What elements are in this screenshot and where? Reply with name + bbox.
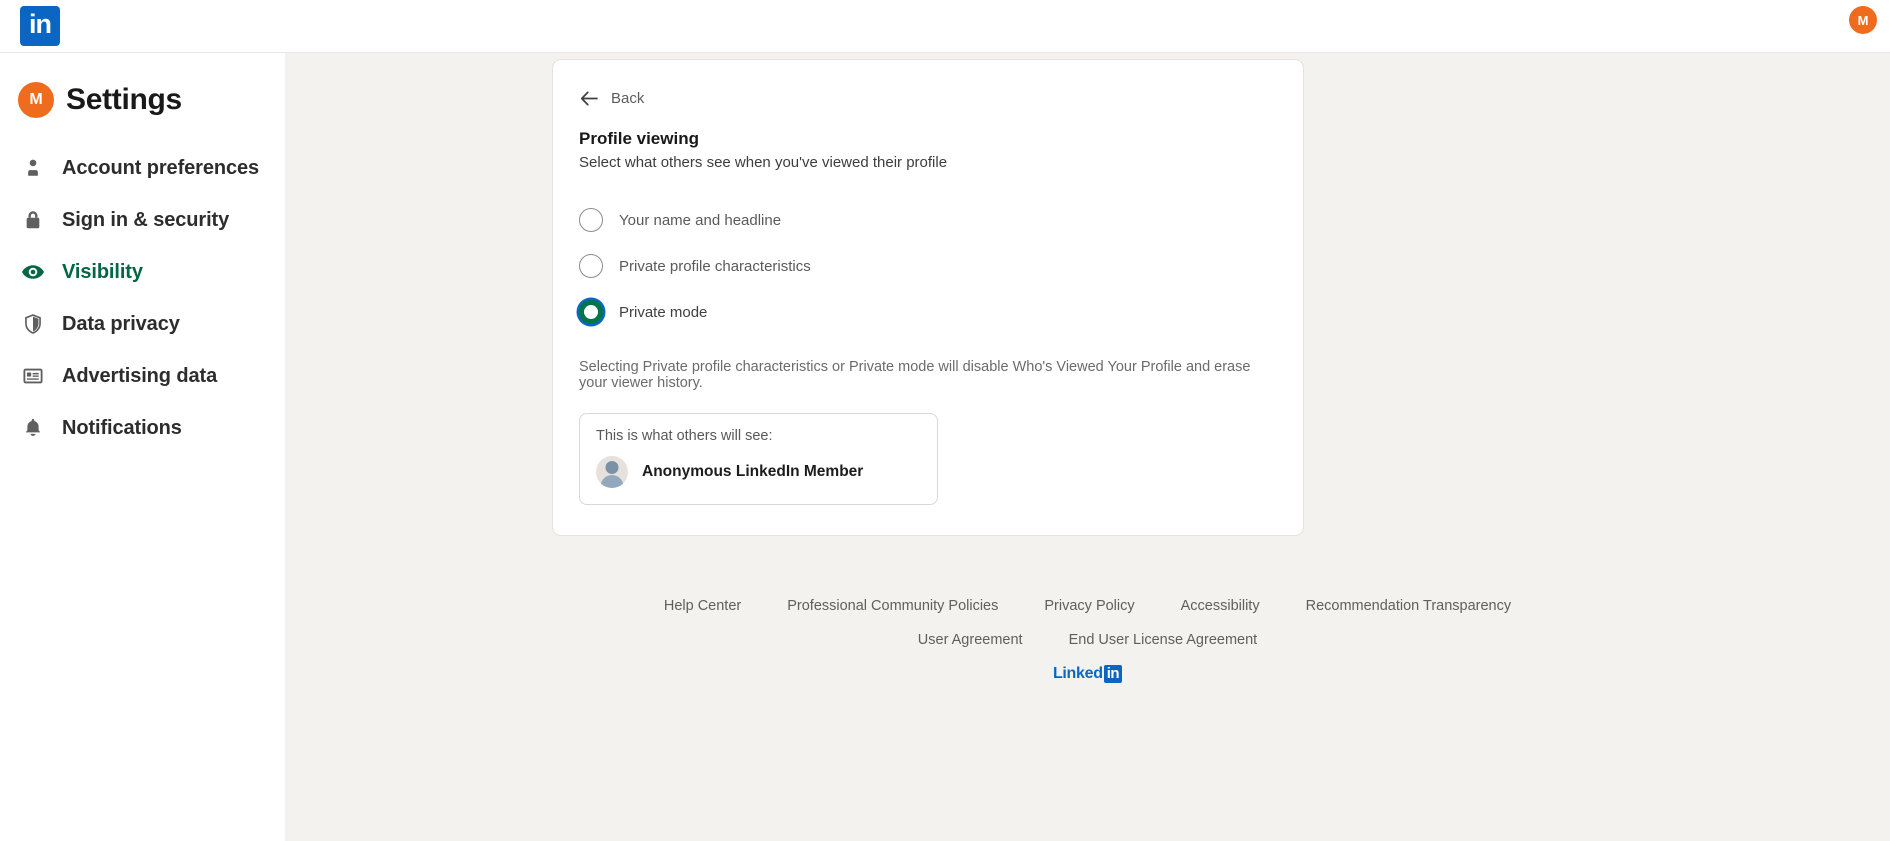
radio-button[interactable] bbox=[579, 208, 603, 232]
sidebar-item-label: Notifications bbox=[62, 416, 182, 439]
settings-header: M Settings bbox=[18, 82, 285, 118]
footer-link-end-user-license-agreement[interactable]: End User License Agreement bbox=[1069, 632, 1258, 648]
footer-link-recommendation-transparency[interactable]: Recommendation Transparency bbox=[1306, 598, 1512, 614]
back-button[interactable]: Back bbox=[579, 88, 1277, 109]
card-list-icon bbox=[20, 365, 46, 387]
main-content: Back Profile viewing Select what others … bbox=[285, 53, 1890, 841]
radio-label: Private profile characteristics bbox=[619, 257, 811, 275]
sidebar-item-notifications[interactable]: Notifications bbox=[0, 402, 285, 454]
radio-button[interactable] bbox=[579, 254, 603, 278]
radio-option-private-profile-characteristics[interactable]: Private profile characteristics bbox=[579, 243, 1277, 289]
eye-icon bbox=[20, 260, 46, 284]
person-icon bbox=[20, 157, 46, 179]
sidebar-nav: Account preferences Sign in & security V… bbox=[0, 142, 285, 454]
card-subtitle: Select what others see when you've viewe… bbox=[579, 154, 948, 171]
page-title: Settings bbox=[66, 83, 182, 116]
sidebar-item-account-preferences[interactable]: Account preferences bbox=[0, 142, 285, 194]
arrow-left-icon bbox=[579, 88, 600, 109]
sidebar-item-label: Account preferences bbox=[62, 156, 260, 179]
sidebar-item-label: Visibility bbox=[62, 260, 143, 283]
sidebar-item-label: Advertising data bbox=[62, 364, 218, 387]
preview-caption: This is what others will see: bbox=[596, 428, 773, 444]
sidebar-item-label: Data privacy bbox=[62, 312, 180, 335]
footer-link-user-agreement[interactable]: User Agreement bbox=[918, 632, 1023, 648]
sidebar-item-data-privacy[interactable]: Data privacy bbox=[0, 298, 285, 350]
footer-logo-text: Linked bbox=[1052, 665, 1103, 682]
profile-viewing-card: Back Profile viewing Select what others … bbox=[553, 60, 1303, 535]
card-title: Profile viewing bbox=[579, 129, 699, 148]
linkedin-footer-logo: Linked in bbox=[1052, 665, 1123, 683]
radio-button-selected[interactable] bbox=[579, 300, 603, 324]
footer-link-help-center[interactable]: Help Center bbox=[664, 598, 741, 614]
sidebar-item-label: Sign in & security bbox=[62, 208, 230, 231]
global-navbar: in M bbox=[0, 0, 1890, 53]
bell-icon bbox=[20, 417, 46, 439]
settings-sidebar: M Settings Account preferences Sign in &… bbox=[0, 53, 285, 841]
preview-box: This is what others will see: Anonymous … bbox=[579, 413, 938, 505]
helper-text: Selecting Private profile characteristic… bbox=[579, 359, 1251, 391]
footer-link-accessibility[interactable]: Accessibility bbox=[1181, 598, 1260, 614]
avatar[interactable]: M bbox=[18, 82, 54, 118]
footer: Help Center Professional Community Polic… bbox=[285, 598, 1890, 683]
preview-name: Anonymous LinkedIn Member bbox=[642, 463, 864, 480]
radio-label: Private mode bbox=[619, 303, 708, 321]
lock-icon bbox=[20, 209, 46, 231]
footer-logo-mark: in bbox=[1103, 665, 1123, 683]
linkedin-logo-icon[interactable]: in bbox=[20, 6, 60, 46]
footer-links-row-1: Help Center Professional Community Polic… bbox=[285, 598, 1890, 614]
back-label: Back bbox=[611, 90, 645, 107]
me-avatar[interactable]: M bbox=[1849, 6, 1877, 34]
sidebar-item-visibility[interactable]: Visibility bbox=[0, 246, 285, 298]
shield-icon bbox=[20, 313, 46, 335]
footer-link-privacy-policy[interactable]: Privacy Policy bbox=[1044, 598, 1134, 614]
sidebar-item-sign-in-security[interactable]: Sign in & security bbox=[0, 194, 285, 246]
footer-links-row-2: User Agreement End User License Agreemen… bbox=[285, 632, 1890, 648]
radio-option-private-mode[interactable]: Private mode bbox=[579, 289, 1277, 335]
sidebar-item-advertising-data[interactable]: Advertising data bbox=[0, 350, 285, 402]
radio-option-your-name-and-headline[interactable]: Your name and headline bbox=[579, 197, 1277, 243]
preview-identity: Anonymous LinkedIn Member bbox=[596, 456, 921, 488]
radio-label: Your name and headline bbox=[619, 211, 782, 229]
footer-link-professional-community-policies[interactable]: Professional Community Policies bbox=[787, 598, 998, 614]
anonymous-person-icon bbox=[596, 456, 628, 488]
